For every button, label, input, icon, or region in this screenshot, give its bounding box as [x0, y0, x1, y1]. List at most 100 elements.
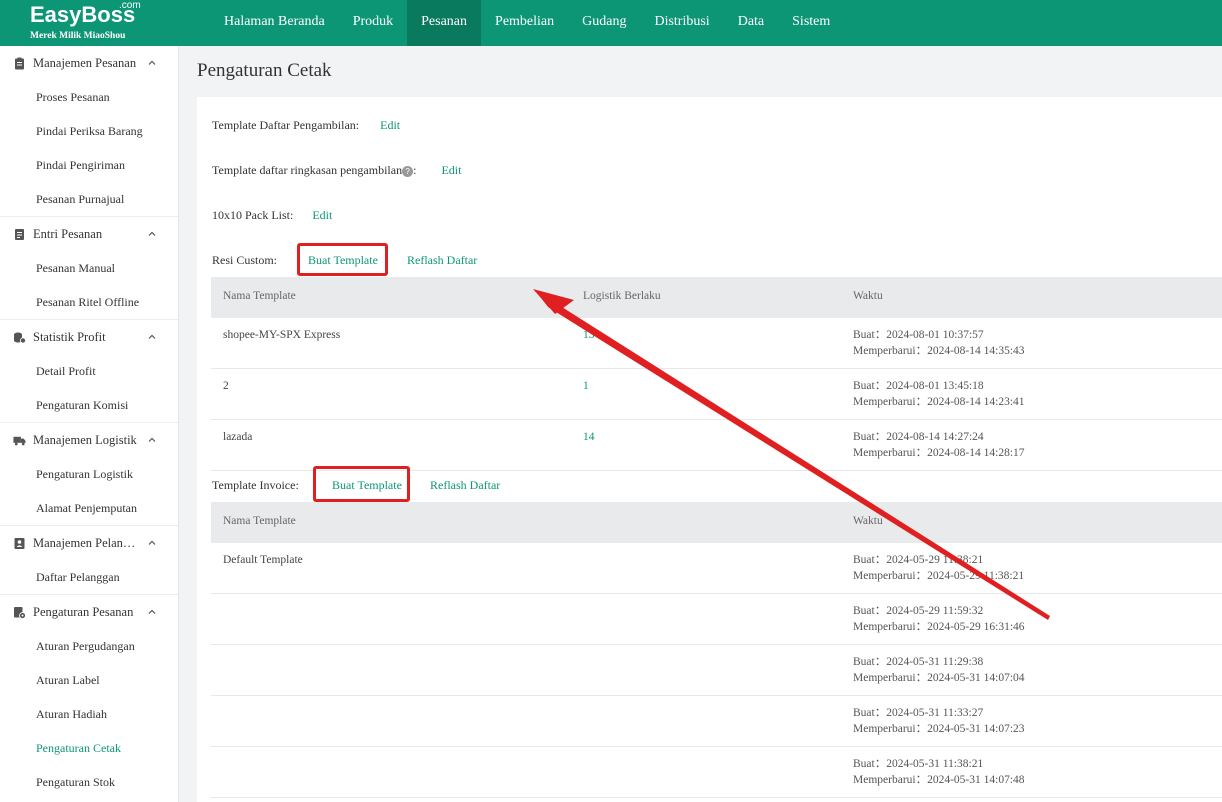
pack-list-label: 10x10 Pack List: — [212, 208, 294, 222]
sidebar-item-label-rules[interactable]: Aturan Label — [0, 663, 178, 697]
nav-item-products[interactable]: Produk — [339, 0, 407, 46]
template-name: lazada — [223, 431, 253, 443]
nav-item-system[interactable]: Sistem — [778, 0, 844, 46]
invoice-refresh-button[interactable]: Reflash Daftar — [430, 478, 500, 493]
sidebar-group-customer-management[interactable]: Manajemen Pelan… — [0, 526, 178, 560]
updated-time: Memperbarui：2024-08-14 14:28:17 — [853, 447, 1025, 459]
created-time: Buat：2024-08-14 14:27:24 — [853, 431, 984, 443]
picking-template-edit-link[interactable]: Edit — [380, 118, 400, 132]
sidebar-group-order-management[interactable]: Manajemen Pesanan — [0, 46, 178, 80]
sidebar-item-profit-detail[interactable]: Detail Profit — [0, 354, 178, 388]
sidebar-item-manual-order[interactable]: Pesanan Manual — [0, 251, 178, 285]
sidebar-group-label: Entri Pesanan — [33, 226, 103, 241]
print-settings-panel: Template Daftar Pengambilan: Edit Templa… — [197, 97, 1222, 802]
brand-logo[interactable]: EasyBoss .com Merek Milik MiaoShou — [28, 0, 148, 44]
picking-summary-edit-link[interactable]: Edit — [441, 163, 461, 177]
page-title: Pengaturan Cetak — [197, 60, 332, 81]
template-time: Buat：2024-05-29 11:38:21 Memperbarui：202… — [853, 552, 1024, 584]
picking-summary-template-label: Template daftar ringkasan pengambilan — [212, 163, 403, 177]
sidebar-item-process-orders[interactable]: Proses Pesanan — [0, 80, 178, 114]
chevron-up-icon — [148, 540, 156, 545]
updated-time: Memperbarui：2024-05-29 16:31:46 — [853, 621, 1025, 633]
template-time: Buat：2024-08-01 13:45:18 Memperbarui：202… — [853, 378, 1025, 410]
template-time: Buat：2024-08-01 10:37:57 Memperbarui：202… — [853, 327, 1025, 359]
nav-item-distribution[interactable]: Distribusi — [640, 0, 723, 46]
sidebar-item-pickup-address[interactable]: Alamat Penjemputan — [0, 491, 178, 525]
template-time: Buat：2024-05-31 11:38:21 Memperbarui：202… — [853, 756, 1025, 788]
custom-receipt-refresh-button[interactable]: Reflash Daftar — [407, 253, 477, 268]
nav-item-purchasing[interactable]: Pembelian — [481, 0, 568, 46]
sidebar-item-offline-retail[interactable]: Pesanan Ritel Offline — [0, 285, 178, 319]
brand-suffix: .com — [119, 0, 141, 11]
sidebar-group-label: Statistik Profit — [33, 329, 106, 344]
sidebar-item-print-settings[interactable]: Pengaturan Cetak — [0, 731, 178, 765]
invoice-template-table: Nama Template Waktu Default Template Bua… — [211, 502, 1222, 798]
logistics-count-link[interactable]: 13 — [583, 329, 595, 341]
sidebar-item-scan-check[interactable]: Pindai Periksa Barang — [0, 114, 178, 148]
chevron-up-icon — [148, 437, 156, 442]
custom-receipt-table: Nama Template Logistik Berlaku Waktu sho… — [211, 277, 1222, 471]
coins-icon — [13, 331, 26, 344]
table-row[interactable]: shopee-MY-SPX Express 13 Buat：2024-08-01… — [211, 318, 1222, 369]
table-header: Nama Template Waktu — [211, 502, 1222, 543]
column-header-time: Waktu — [853, 290, 883, 302]
logistics-count-link[interactable]: 14 — [583, 431, 595, 443]
sidebar-item-gift-rules[interactable]: Aturan Hadiah — [0, 697, 178, 731]
highlight-box-custom-create — [297, 243, 388, 276]
logistics-count-link[interactable]: 1 — [583, 380, 589, 392]
table-row[interactable]: Default Template Buat：2024-05-29 11:38:2… — [211, 543, 1222, 594]
nav-item-orders[interactable]: Pesanan — [407, 0, 482, 46]
sidebar-item-commission-settings[interactable]: Pengaturan Komisi — [0, 388, 178, 422]
column-header-name: Nama Template — [223, 515, 296, 527]
template-name: shopee-MY-SPX Express — [223, 329, 341, 341]
table-row[interactable]: Buat：2024-05-31 11:29:38 Memperbarui：202… — [211, 645, 1222, 696]
nav-item-home[interactable]: Halaman Beranda — [210, 0, 339, 46]
invoice-template-row: Template Invoice: Buat Template Reflash … — [212, 478, 500, 493]
label-colon: : — [413, 163, 417, 177]
clipboard-icon — [13, 57, 26, 70]
nav-item-warehouse[interactable]: Gudang — [568, 0, 640, 46]
sidebar-group-order-settings[interactable]: Pengaturan Pesanan — [0, 595, 178, 629]
table-row[interactable]: Buat：2024-05-31 11:33:27 Memperbarui：202… — [211, 696, 1222, 747]
created-time: Buat：2024-08-01 13:45:18 — [853, 380, 984, 392]
template-time: Buat：2024-05-31 11:33:27 Memperbarui：202… — [853, 705, 1025, 737]
sidebar-group-order-entry[interactable]: Entri Pesanan — [0, 217, 178, 251]
picking-summary-template-row: Template daftar ringkasan pengambilan?: … — [212, 163, 461, 178]
table-row[interactable]: Buat：2024-05-31 11:38:21 Memperbarui：202… — [211, 747, 1222, 798]
updated-time: Memperbarui：2024-08-14 14:23:41 — [853, 396, 1025, 408]
table-row[interactable]: Buat：2024-05-29 11:59:32 Memperbarui：202… — [211, 594, 1222, 645]
custom-receipt-row: Resi Custom: Buat Template Reflash Dafta… — [212, 253, 477, 268]
brand-tagline: Merek Milik MiaoShou — [30, 31, 126, 41]
sidebar-item-logistics-settings[interactable]: Pengaturan Logistik — [0, 457, 178, 491]
settings-doc-icon — [13, 606, 26, 619]
sidebar-group-logistics[interactable]: Manajemen Logistik — [0, 423, 178, 457]
updated-time: Memperbarui：2024-05-31 14:07:23 — [853, 723, 1025, 735]
table-row[interactable]: lazada 14 Buat：2024-08-14 14:27:24 Mempe… — [211, 420, 1222, 471]
sidebar-item-customer-list[interactable]: Daftar Pelanggan — [0, 560, 178, 594]
document-icon — [13, 228, 26, 241]
created-time: Buat：2024-05-29 11:38:21 — [853, 554, 984, 566]
sidebar-group-label: Manajemen Logistik — [33, 432, 137, 447]
invoice-template-label: Template Invoice: — [212, 478, 299, 492]
sidebar-group-profit-stats[interactable]: Statistik Profit — [0, 320, 178, 354]
nav-item-data[interactable]: Data — [724, 0, 778, 46]
created-time: Buat：2024-05-31 11:33:27 — [853, 707, 984, 719]
chevron-up-icon — [148, 231, 156, 236]
updated-time: Memperbarui：2024-05-31 14:07:48 — [853, 774, 1025, 786]
sidebar-item-stock-settings[interactable]: Pengaturan Stok — [0, 765, 178, 799]
pack-list-edit-link[interactable]: Edit — [312, 208, 332, 222]
main-nav: Halaman Beranda Produk Pesanan Pembelian… — [210, 0, 844, 46]
contact-card-icon — [13, 537, 26, 550]
sidebar-item-warehouse-rules[interactable]: Aturan Pergudangan — [0, 629, 178, 663]
table-row[interactable]: 2 1 Buat：2024-08-01 13:45:18 Memperbarui… — [211, 369, 1222, 420]
updated-time: Memperbarui：2024-05-31 14:07:04 — [853, 672, 1025, 684]
template-time: Buat：2024-05-29 11:59:32 Memperbarui：202… — [853, 603, 1025, 635]
table-header: Nama Template Logistik Berlaku Waktu — [211, 277, 1222, 318]
updated-time: Memperbarui：2024-05-29 11:38:21 — [853, 570, 1025, 582]
sidebar-item-scan-shipping[interactable]: Pindai Pengiriman — [0, 148, 178, 182]
help-icon[interactable]: ? — [402, 166, 414, 177]
chevron-up-icon — [148, 60, 156, 65]
created-time: Buat：2024-05-31 11:38:21 — [853, 758, 984, 770]
chevron-up-icon — [148, 609, 156, 614]
sidebar-item-after-sales[interactable]: Pesanan Purnajual — [0, 182, 178, 216]
